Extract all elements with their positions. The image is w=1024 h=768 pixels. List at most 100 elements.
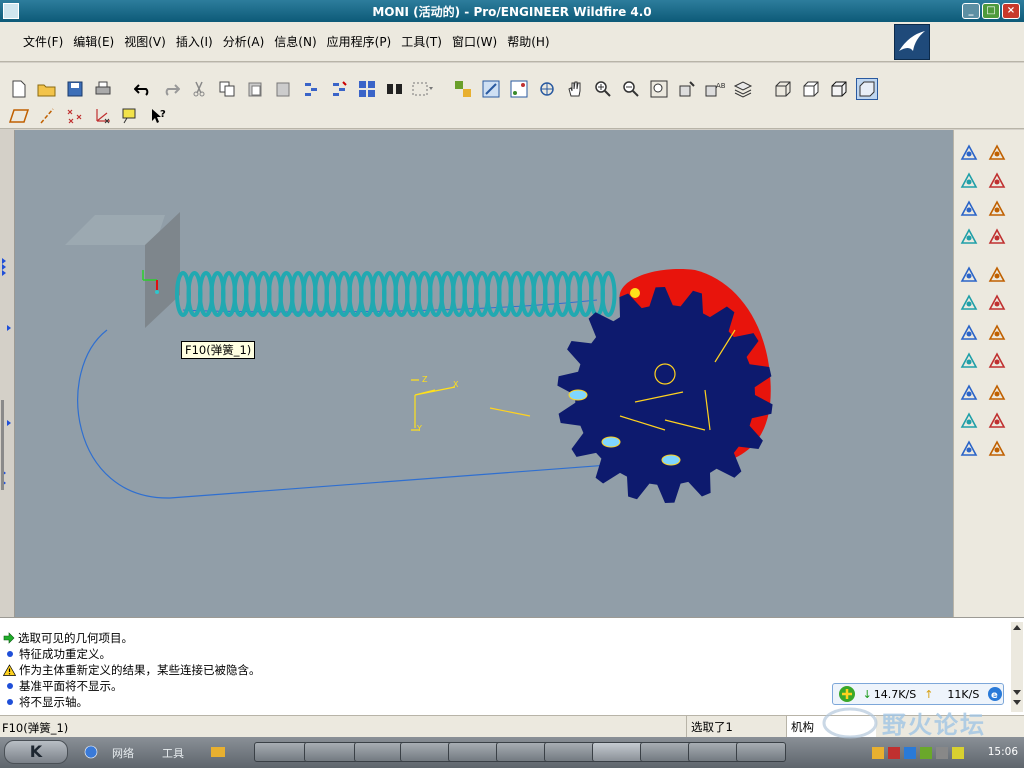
datum-display-icon[interactable] — [958, 142, 980, 164]
selection-filter[interactable]: 机构 — [786, 716, 876, 738]
maximize-button[interactable]: □ — [982, 3, 1000, 19]
menu-insert[interactable]: 插入(I) — [171, 33, 218, 50]
layer-icon[interactable] — [452, 78, 474, 100]
menu-applications[interactable]: 应用程序(P) — [322, 33, 397, 50]
whats-this-icon[interactable]: ? — [148, 105, 170, 127]
task-button-11[interactable] — [736, 742, 786, 762]
model-tree-icon[interactable] — [356, 78, 378, 100]
network-globe-icon[interactable] — [84, 745, 98, 759]
point-tool-icon[interactable] — [986, 264, 1008, 286]
proe-logo — [894, 24, 930, 60]
task-button-9[interactable] — [640, 742, 694, 762]
paste-special-icon[interactable] — [272, 78, 294, 100]
minimize-button[interactable]: _ — [962, 3, 980, 19]
datum-axis-icon[interactable] — [36, 105, 58, 127]
sketch-curve-icon[interactable] — [986, 142, 1008, 164]
curve-icon[interactable] — [958, 226, 980, 248]
message-line-1: 选取可见的几何项目。 — [3, 630, 133, 646]
coordinate-icon[interactable] — [986, 292, 1008, 314]
orient-mode-icon[interactable] — [536, 78, 558, 100]
menu-window[interactable]: 窗口(W) — [447, 33, 502, 50]
plane-icon[interactable] — [986, 170, 1008, 192]
save-icon[interactable] — [64, 78, 86, 100]
menu-info[interactable]: 信息(N) — [269, 33, 321, 50]
spring-icon[interactable] — [986, 350, 1008, 372]
warning-icon — [3, 664, 16, 676]
menu-analysis[interactable]: 分析(A) — [218, 33, 270, 50]
spin-center-icon[interactable] — [508, 78, 530, 100]
info-bullet-icon — [7, 683, 13, 689]
menu-edit[interactable]: 编辑(E) — [68, 33, 119, 50]
sketch-tool-icon[interactable] — [958, 170, 980, 192]
mass-icon[interactable] — [986, 410, 1008, 432]
quicklaunch-icon[interactable] — [210, 745, 226, 759]
paste-icon[interactable] — [244, 78, 266, 100]
new-file-icon[interactable] — [8, 78, 30, 100]
gear-contact-point — [630, 288, 640, 298]
saved-views-icon[interactable]: AB — [704, 78, 726, 100]
regenerate-manager-icon[interactable] — [328, 78, 350, 100]
task-button-5[interactable] — [448, 742, 502, 762]
select-box-icon[interactable] — [412, 78, 434, 100]
task-button-6[interactable] — [496, 742, 550, 762]
zoom-in-icon[interactable] — [592, 78, 614, 100]
menu-file[interactable]: 文件(F) — [18, 33, 68, 50]
taskbar-tools-label[interactable]: 工具 — [162, 745, 184, 761]
tray-icons[interactable] — [870, 744, 990, 762]
copy-icon[interactable] — [216, 78, 238, 100]
layers-icon[interactable] — [732, 78, 754, 100]
drag-icon[interactable] — [958, 292, 980, 314]
close-button[interactable]: × — [1002, 3, 1020, 19]
coordinate-system-icon[interactable] — [92, 105, 114, 127]
damper-icon[interactable] — [958, 382, 980, 404]
spline-icon[interactable] — [986, 226, 1008, 248]
selection-count: 选取了1 — [686, 716, 782, 738]
graphics-window[interactable]: Z X Y F10(弹簧_1) — [15, 130, 953, 617]
network-speed-widget[interactable]: ↓ 14.7K/S ↑ 11K/S e — [832, 683, 1004, 705]
mechanism-model[interactable]: Z X Y — [15, 130, 953, 617]
analysis-graph-icon[interactable] — [958, 322, 980, 344]
cut-icon[interactable] — [188, 78, 210, 100]
gravity-icon[interactable] — [958, 350, 980, 372]
plane-alt-icon[interactable] — [986, 322, 1008, 344]
reorient-icon[interactable] — [676, 78, 698, 100]
wireframe-icon[interactable] — [772, 78, 794, 100]
taskbar-clock: 15:06 — [987, 746, 1018, 758]
servo-motor-icon[interactable] — [958, 264, 980, 286]
refit-icon[interactable] — [648, 78, 670, 100]
hidden-line-icon[interactable] — [800, 78, 822, 100]
menu-view[interactable]: 视图(V) — [119, 33, 171, 50]
find-icon[interactable] — [384, 78, 406, 100]
redo-icon[interactable] — [160, 78, 182, 100]
gear-tool-icon[interactable] — [958, 198, 980, 220]
zoom-out-icon[interactable] — [620, 78, 642, 100]
annotation-icon[interactable] — [120, 105, 142, 127]
left-sash[interactable] — [0, 130, 15, 617]
datum-point-icon[interactable] — [64, 105, 86, 127]
task-button-active[interactable] — [592, 742, 646, 762]
task-button-4[interactable] — [400, 742, 454, 762]
force-icon[interactable] — [986, 382, 1008, 404]
shading-icon[interactable] — [856, 78, 878, 100]
open-folder-icon[interactable] — [36, 78, 58, 100]
message-scrollbar[interactable] — [1011, 622, 1023, 712]
print-icon[interactable] — [92, 78, 114, 100]
undo-icon[interactable] — [132, 78, 154, 100]
task-button-7[interactable] — [544, 742, 598, 762]
connection-icon[interactable] — [958, 438, 980, 460]
regenerate-icon[interactable] — [300, 78, 322, 100]
task-button-1[interactable] — [254, 742, 308, 762]
start-button[interactable]: K — [4, 740, 68, 764]
taskbar-network-label[interactable]: 网络 — [112, 745, 134, 761]
table-icon[interactable] — [986, 438, 1008, 460]
datum-plane-icon[interactable] — [8, 105, 30, 127]
menu-tools[interactable]: 工具(T) — [396, 33, 447, 50]
task-button-2[interactable] — [304, 742, 358, 762]
pan-hand-icon[interactable] — [564, 78, 586, 100]
menu-help[interactable]: 帮助(H) — [502, 33, 554, 50]
task-button-10[interactable] — [688, 742, 742, 762]
repaint-icon[interactable] — [480, 78, 502, 100]
axis-line-icon[interactable] — [986, 198, 1008, 220]
no-hidden-icon[interactable] — [828, 78, 850, 100]
initial-condition-icon[interactable] — [958, 410, 980, 432]
